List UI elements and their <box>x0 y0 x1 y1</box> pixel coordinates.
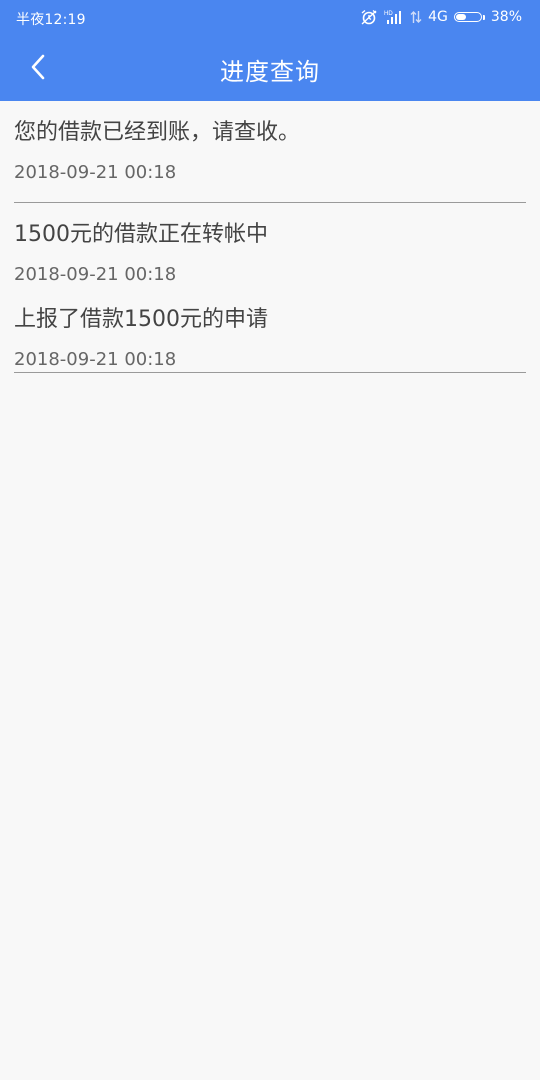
item-date: 2018-09-21 00:18 <box>14 162 177 183</box>
alarm-off-icon <box>360 9 378 25</box>
list-item[interactable]: 您的借款已经到账，请查收。 2018-09-21 00:18 <box>14 101 526 203</box>
list-item[interactable]: 上报了借款1500元的申请 2018-09-21 00:18 <box>14 288 526 373</box>
status-icons: HD 4G 38% <box>360 7 522 27</box>
item-message: 1500元的借款正在转帐中 <box>14 222 268 247</box>
svg-text:HD: HD <box>384 11 393 17</box>
progress-list: 您的借款已经到账，请查收。 2018-09-21 00:18 1500元的借款正… <box>0 101 540 373</box>
title-bar: 进度查询 <box>0 34 540 101</box>
page-title: 进度查询 <box>220 58 320 86</box>
status-bar: 半夜12:19 HD 4G 38% <box>0 0 540 34</box>
list-item[interactable]: 1500元的借款正在转帐中 2018-09-21 00:18 <box>14 203 526 288</box>
battery-percent: 38% <box>490 9 522 25</box>
item-message: 您的借款已经到账，请查收。 <box>14 120 301 145</box>
battery-icon <box>453 12 485 22</box>
hd-signal-icon: HD <box>384 9 404 25</box>
item-date: 2018-09-21 00:18 <box>14 264 177 285</box>
item-date: 2018-09-21 00:18 <box>14 349 177 370</box>
item-message: 上报了借款1500元的申请 <box>14 307 268 332</box>
data-arrows-icon <box>410 9 422 25</box>
status-time: 半夜12:19 <box>16 12 86 28</box>
network-type: 4G <box>428 9 448 25</box>
